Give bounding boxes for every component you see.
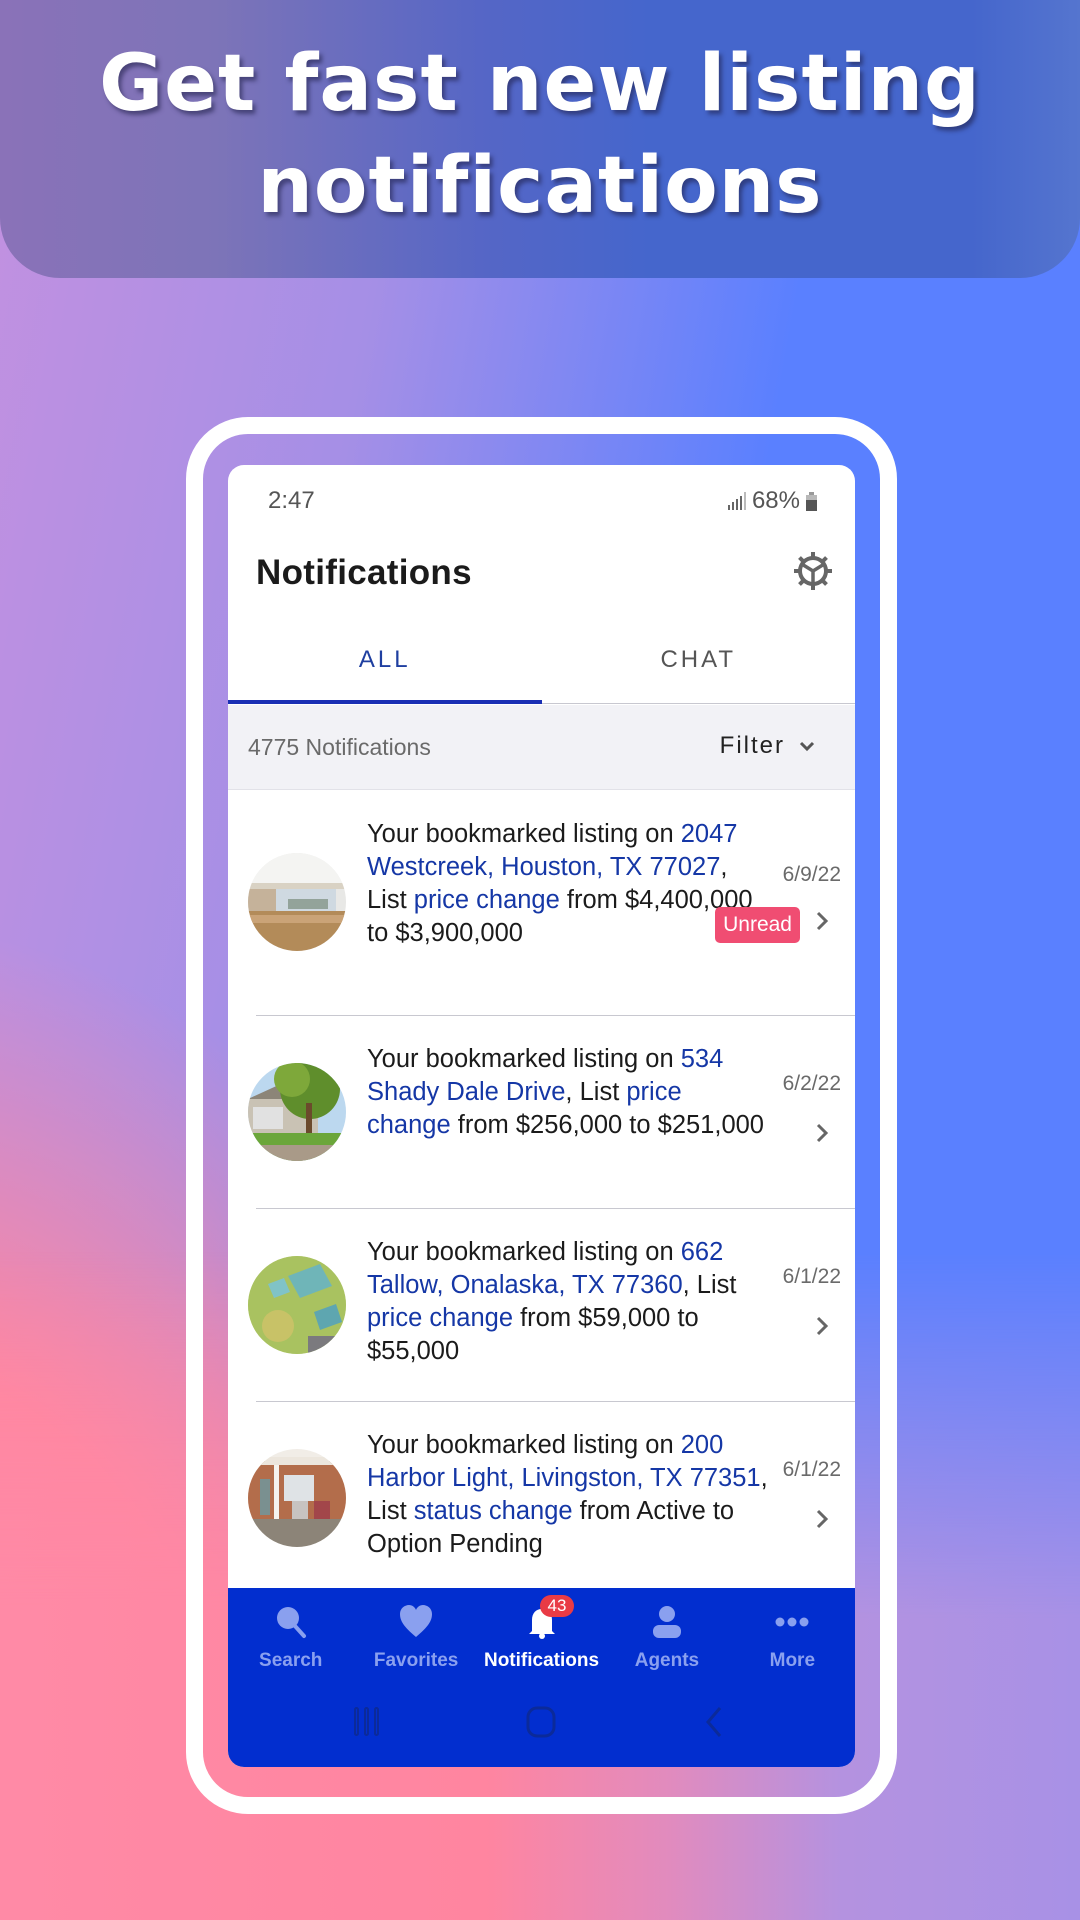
listing-thumbnail <box>248 853 346 951</box>
nav-label: More <box>769 1650 816 1671</box>
summary-bar: 4775 Notifications Filter <box>228 705 855 790</box>
battery-percent: 68% <box>751 487 800 514</box>
nav-notifications[interactable]: 43 Notifications <box>479 1588 604 1688</box>
notification-date: 6/1/22 <box>782 1265 841 1288</box>
unread-badge: Unread <box>715 907 800 943</box>
gear-icon[interactable] <box>791 549 835 593</box>
battery-icon <box>806 491 817 511</box>
filter-label: Filter <box>719 732 785 759</box>
more-dots-icon <box>775 1617 809 1627</box>
home-icon[interactable] <box>525 1706 557 1738</box>
nav-label: Favorites <box>373 1650 459 1671</box>
status-time: 2:47 <box>268 487 315 514</box>
nav-more[interactable]: More <box>730 1588 855 1688</box>
notification-list: Your bookmarked listing on 2047 Westcree… <box>228 790 855 1594</box>
notification-message: Your bookmarked listing on 662 Tallow, O… <box>367 1238 737 1365</box>
notification-item[interactable]: Your bookmarked listing on 534 Shady Dal… <box>228 1015 855 1208</box>
signal-icon <box>727 492 746 510</box>
chevron-down-icon <box>799 741 815 752</box>
notification-item[interactable]: Your bookmarked listing on 662 Tallow, O… <box>228 1208 855 1401</box>
notification-message: Your bookmarked listing on 200 Harbor Li… <box>367 1431 768 1558</box>
nav-search[interactable]: Search <box>228 1588 353 1688</box>
person-icon <box>652 1606 681 1638</box>
nav-label: Search <box>259 1650 323 1671</box>
recent-apps-icon[interactable] <box>352 1706 382 1738</box>
chevron-right-icon <box>816 1123 829 1143</box>
listing-thumbnail <box>248 1256 346 1354</box>
chevron-right-icon <box>816 1509 829 1529</box>
notification-message: Your bookmarked listing on 2047 Westcree… <box>367 820 753 947</box>
notification-item[interactable]: Your bookmarked listing on 2047 Westcree… <box>228 790 855 1015</box>
notification-date: 6/2/22 <box>782 1072 841 1095</box>
tab-all[interactable]: ALL <box>228 617 542 704</box>
heart-icon <box>400 1605 433 1637</box>
bottom-nav: Search Favorites 43 Notifications Agents… <box>228 1588 855 1767</box>
notification-date: 6/9/22 <box>782 863 841 886</box>
back-icon[interactable] <box>704 1706 724 1738</box>
change-type-link[interactable]: price change <box>367 1304 513 1332</box>
tab-chat[interactable]: CHAT <box>542 617 856 703</box>
app-header: Notifications <box>228 537 855 617</box>
nav-label: Notifications <box>483 1650 600 1671</box>
notification-date: 6/1/22 <box>782 1458 841 1481</box>
phone-screen: 2:47 68% Notifications ALL CHAT 4775 Not… <box>228 465 855 1767</box>
nav-label: Agents <box>634 1650 700 1671</box>
status-bar: 2:47 68% <box>228 465 855 537</box>
page-title: Notifications <box>256 553 472 592</box>
nav-agents[interactable]: Agents <box>604 1588 729 1688</box>
notification-message: Your bookmarked listing on 534 Shady Dal… <box>367 1045 764 1139</box>
headline-line-1: Get fast new listing <box>99 39 981 129</box>
notification-item[interactable]: Your bookmarked listing on 200 Harbor Li… <box>228 1401 855 1594</box>
chevron-right-icon <box>816 911 829 931</box>
listing-thumbnail <box>248 1063 346 1161</box>
notification-count-badge: 43 <box>539 1595 575 1617</box>
promo-headline: Get fast new listing notifications <box>99 33 981 237</box>
system-nav-bar <box>228 1706 855 1756</box>
change-type-link[interactable]: price change <box>414 886 560 914</box>
filter-button[interactable]: Filter <box>720 732 815 760</box>
tab-bar: ALL CHAT <box>228 617 855 704</box>
change-type-link[interactable]: status change <box>414 1497 573 1525</box>
nav-favorites[interactable]: Favorites <box>353 1588 478 1688</box>
chevron-right-icon <box>816 1316 829 1336</box>
search-icon <box>276 1607 306 1638</box>
promo-banner: Get fast new listing notifications <box>0 0 1080 278</box>
headline-line-2: notifications <box>257 141 823 231</box>
notification-count: 4775 Notifications <box>248 734 431 760</box>
listing-thumbnail <box>248 1449 346 1547</box>
